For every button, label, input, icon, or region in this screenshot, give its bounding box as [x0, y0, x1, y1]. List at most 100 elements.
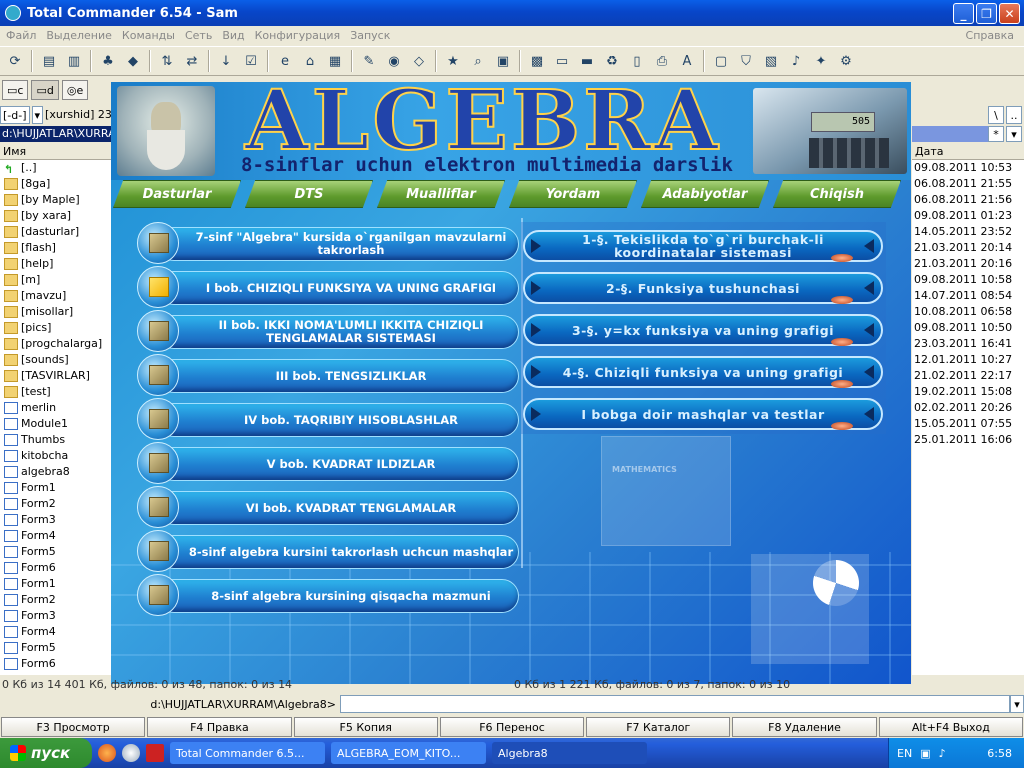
close-button[interactable]: ✕ [999, 3, 1020, 24]
file-row[interactable]: Form5 [0, 544, 112, 560]
nav-dasturlar[interactable]: Dasturlar [113, 180, 241, 208]
file-row[interactable]: kitobcha [0, 448, 112, 464]
section-item[interactable]: 4-§. Chiziqli funksiya va uning grafigi [521, 352, 886, 390]
file-row[interactable]: Form2 [0, 592, 112, 608]
f8-delete-button[interactable]: F8 Удаление [732, 717, 877, 737]
drive-combo[interactable]: [-d-] [0, 106, 30, 124]
tree-icon[interactable]: ♣ [97, 50, 119, 72]
file-row[interactable]: Module1 [0, 416, 112, 432]
ftp-icon[interactable]: ▦ [324, 50, 346, 72]
compare-icon[interactable]: ▣ [492, 50, 514, 72]
monitor-icon[interactable]: ▭ [551, 50, 573, 72]
volume-tray-icon[interactable]: ♪ [939, 747, 946, 760]
menu-select[interactable]: Выделение [46, 29, 112, 42]
file-row[interactable]: [progchalarga] [0, 336, 112, 352]
recycle-icon[interactable]: ♻ [601, 50, 623, 72]
browser-icon[interactable]: e [274, 50, 296, 72]
nav-yordam[interactable]: Yordam [509, 180, 637, 208]
file-row[interactable]: Thumbs [0, 432, 112, 448]
title-bar[interactable]: Total Commander 6.54 - Sam _ ❐ ✕ [0, 0, 1024, 26]
full-view-icon[interactable]: ▥ [63, 50, 85, 72]
drive-icon[interactable]: ▬ [576, 50, 598, 72]
right-file-list[interactable]: 09.08.2011 10:53 06.08.2011 21:55 06.08.20… [912, 160, 1024, 675]
file-row[interactable]: [TASVIRLAR] [0, 368, 112, 384]
file-row[interactable]: [dasturlar] [0, 224, 112, 240]
paint-icon[interactable]: ◉ [383, 50, 405, 72]
media-player-icon[interactable] [122, 744, 140, 762]
f7-mkdir-button[interactable]: F7 Каталог [586, 717, 731, 737]
file-row[interactable]: Form4 [0, 624, 112, 640]
f6-move-button[interactable]: F6 Перенос [439, 717, 585, 737]
column-date-header[interactable]: Дата [912, 144, 1024, 160]
chapter-item[interactable]: III bob. TENGSIZLIKLAR [137, 354, 522, 396]
drive-c-button[interactable]: ▭ c [2, 80, 29, 100]
chapter-item[interactable]: VI bob. KVADRAT TENGLAMALAR [137, 486, 522, 528]
star-icon[interactable]: * [988, 126, 1004, 142]
left-file-list[interactable]: ↰ [..] [8ga] [by Maple] [by xara] [dasturlar]… [0, 160, 112, 675]
drive-d-button[interactable]: ▭ d [31, 80, 59, 100]
chevron-down-icon[interactable]: ▾ [1006, 126, 1022, 142]
left-path-bar[interactable]: d:\HUJJATLAR\XURRAM [0, 126, 112, 142]
algebra-app-window[interactable]: ALGEBRA 8-sinflar uchun elektron multime… [111, 82, 911, 684]
search-icon[interactable]: ⌕ [467, 50, 489, 72]
file-row[interactable]: [misollar] [0, 304, 112, 320]
menu-start[interactable]: Запуск [350, 29, 390, 42]
file-row[interactable]: ↰ [..] [0, 160, 112, 176]
chapter-item[interactable]: V bob. KVADRAT ILDIZLAR [137, 442, 522, 484]
chapter-item[interactable]: IV bob. TAQRIBIY HISOBLASHLAR [137, 398, 522, 440]
file-row[interactable]: [sounds] [0, 352, 112, 368]
maximize-button[interactable]: ❐ [976, 3, 997, 24]
nav-mualliflar[interactable]: Mualliflar [377, 180, 505, 208]
exit-button[interactable]: Alt+F4 Выход [878, 717, 1023, 737]
game-icon[interactable]: ✦ [810, 50, 832, 72]
chapter-item[interactable]: II bob. IKKI NOMA'LUMLI IKKITA CHIZIQLI … [137, 310, 522, 352]
cube-icon[interactable]: ◆ [122, 50, 144, 72]
nav-chiqish[interactable]: Chiqish [773, 180, 901, 208]
chevron-down-icon[interactable]: ▾ [31, 106, 44, 124]
file-row[interactable]: [flash] [0, 240, 112, 256]
task-algebra8[interactable]: Algebra8 [492, 742, 647, 764]
section-item[interactable]: 2-§. Funksiya tushunchasi [521, 268, 886, 306]
task-word-document[interactable]: ALGEBRA_EOM_KITO... [331, 742, 486, 764]
section-item[interactable]: I bobga doir mashqlar va testlar [521, 394, 886, 432]
network-icon[interactable]: ⌂ [299, 50, 321, 72]
swap-icon[interactable]: ⇄ [181, 50, 203, 72]
file-row[interactable]: Form3 [0, 608, 112, 624]
menu-view[interactable]: Вид [222, 29, 244, 42]
network-tray-icon[interactable]: ▣ [920, 747, 930, 760]
root-button[interactable]: \ [988, 106, 1004, 124]
sort-icon[interactable]: ⇅ [156, 50, 178, 72]
chapter-item-selected[interactable]: I bob. CHIZIQLI FUNKSIYA VA UNING GRAFIG… [137, 266, 522, 308]
menu-file[interactable]: Файл [6, 29, 36, 42]
command-input[interactable] [340, 695, 1010, 713]
drive-e-button[interactable]: ◎ e [61, 80, 89, 100]
chapter-item[interactable]: 7-sinf "Algebra" kursida o`rganilgan mav… [137, 222, 522, 264]
file-row[interactable]: merlin [0, 400, 112, 416]
edit-icon[interactable]: ✎ [358, 50, 380, 72]
nav-adabiyotlar[interactable]: Adabiyotlar [641, 180, 769, 208]
select-icon[interactable]: ☑ [240, 50, 262, 72]
menu-commands[interactable]: Команды [122, 29, 175, 42]
printer-icon[interactable]: ⎙ [651, 50, 673, 72]
file-row[interactable]: Form6 [0, 656, 112, 672]
file-row[interactable]: [help] [0, 256, 112, 272]
save-icon[interactable] [146, 744, 164, 762]
section-item[interactable]: 3-§. y=kx funksiya va uning grafigi [521, 310, 886, 348]
shield-icon[interactable]: ⛉ [735, 50, 757, 72]
minimize-button[interactable]: _ [953, 3, 974, 24]
file-row[interactable]: [8ga] [0, 176, 112, 192]
star-icon[interactable]: ★ [442, 50, 464, 72]
up-button[interactable]: .. [1006, 106, 1022, 124]
file-row[interactable]: [m] [0, 272, 112, 288]
menu-config[interactable]: Конфигурация [255, 29, 341, 42]
column-name-header[interactable]: Имя [0, 144, 112, 160]
file-row[interactable]: Form4 [0, 528, 112, 544]
task-total-commander[interactable]: Total Commander 6.5... [170, 742, 325, 764]
sort-az-icon[interactable]: ↓ [215, 50, 237, 72]
file-row[interactable]: Form1 [0, 480, 112, 496]
f5-copy-button[interactable]: F5 Копия [293, 717, 438, 737]
chevron-down-icon[interactable]: ▾ [1010, 695, 1024, 713]
file-row[interactable]: Form5 [0, 640, 112, 656]
brief-view-icon[interactable]: ▤ [38, 50, 60, 72]
f3-view-button[interactable]: F3 Просмотр [1, 717, 146, 737]
